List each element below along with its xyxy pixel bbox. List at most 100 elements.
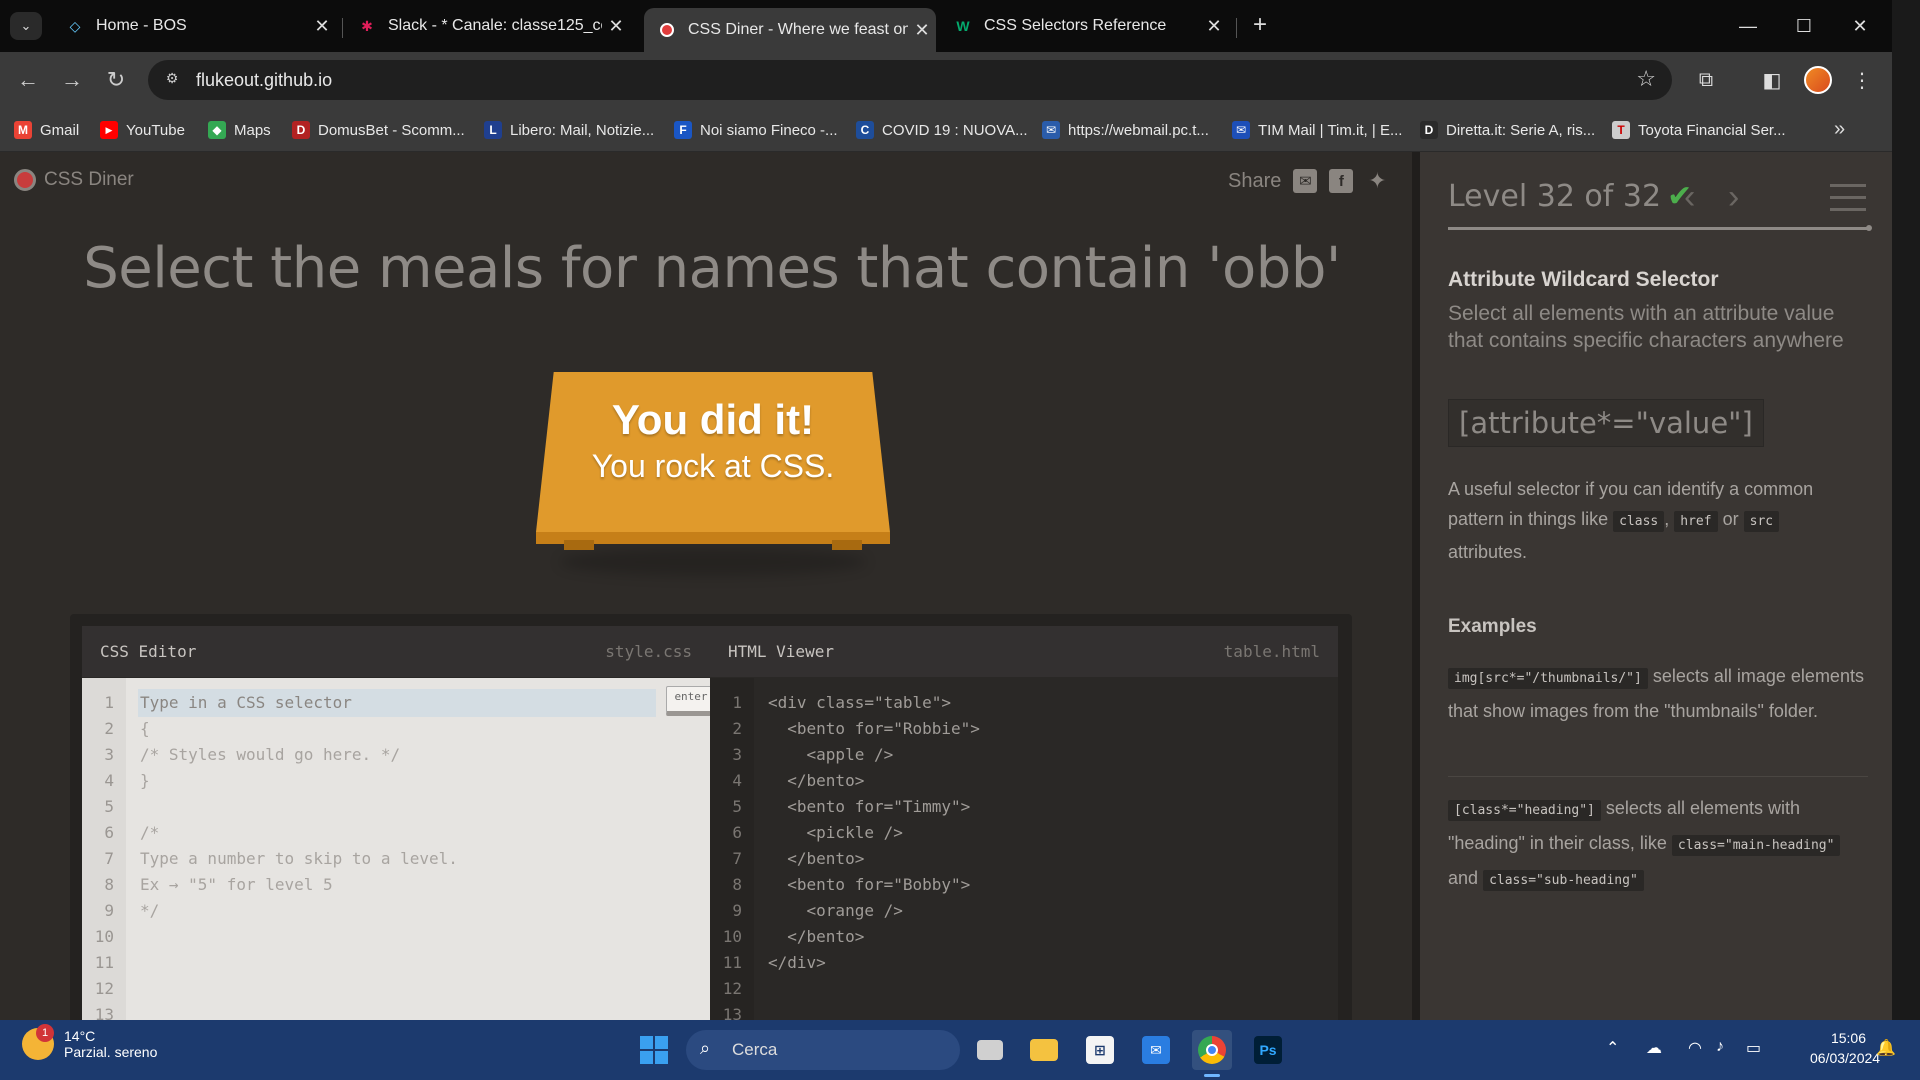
line-number: 6 xyxy=(732,823,742,842)
back-button[interactable]: ← xyxy=(12,64,44,96)
close-icon[interactable]: ✕ xyxy=(602,16,630,37)
tab-slack[interactable]: ✱ Slack - * Canale: classe125_com ✕ xyxy=(344,6,630,46)
weather-widget[interactable]: 1 14°C Parzial. sereno xyxy=(22,1024,157,1060)
extensions-icon[interactable]: ⧉ xyxy=(1690,64,1722,96)
windows-logo-tile xyxy=(655,1036,668,1049)
line-number: 2 xyxy=(104,719,114,738)
examples-heading: Examples xyxy=(1448,616,1537,637)
fineco-icon: F xyxy=(674,121,692,139)
system-clock[interactable]: 15:06 06/03/2024 xyxy=(1810,1028,1880,1068)
window-close-button[interactable]: ✕ xyxy=(1832,8,1888,44)
code-line: Type a number to skip to a level. xyxy=(140,849,458,868)
html-viewer-title: HTML Viewer xyxy=(728,642,834,661)
win-message-title: You did it! xyxy=(611,396,815,443)
line-number: 9 xyxy=(104,901,114,920)
notification-badge: 1 xyxy=(36,1024,54,1042)
reload-button[interactable]: ↻ xyxy=(100,64,132,96)
selector-syntax: [attribute*="value"] xyxy=(1448,399,1764,447)
line-number: 13 xyxy=(722,1005,742,1020)
onedrive-icon[interactable]: ☁ xyxy=(1646,1038,1662,1058)
level-menu-button[interactable] xyxy=(1830,184,1866,220)
css-diner-logo[interactable]: CSS Diner xyxy=(14,169,134,191)
site-info-icon[interactable]: ⚙ xyxy=(162,70,182,90)
line-number: 10 xyxy=(94,927,114,946)
photoshop-button[interactable]: Ps xyxy=(1248,1030,1288,1070)
close-icon[interactable]: ✕ xyxy=(308,16,336,37)
reload-icon: ↻ xyxy=(106,67,126,92)
html-code: <div class="table"> <bento for="Robbie">… xyxy=(768,690,980,1020)
volume-icon[interactable]: ♪ xyxy=(1716,1038,1724,1056)
wifi-icon[interactable]: ◠ xyxy=(1688,1038,1702,1058)
sidebar-divider[interactable] xyxy=(1412,152,1420,1020)
examples-divider xyxy=(1448,776,1868,777)
maximize-button[interactable]: ☐ xyxy=(1776,8,1832,44)
bookmark-toyota[interactable]: T Toyota Financial Ser... xyxy=(1612,118,1786,142)
weather-text: 14°C Parzial. sereno xyxy=(64,1028,157,1060)
tab-search-button[interactable]: ⌄ xyxy=(10,12,42,40)
microsoft-store-button[interactable]: ⊞ xyxy=(1080,1030,1120,1070)
address-bar[interactable]: ⚙ flukeout.github.io ☆ xyxy=(148,60,1672,100)
css-input-placeholder: Type in a CSS selector xyxy=(140,693,352,712)
mail-app-button[interactable]: ✉ xyxy=(1136,1030,1176,1070)
file-explorer-button[interactable] xyxy=(1024,1030,1064,1070)
css-diner-icon xyxy=(658,21,676,39)
bookmark-youtube[interactable]: ▶ YouTube xyxy=(100,118,185,142)
tab-css-selectors-reference[interactable]: W CSS Selectors Reference ✕ xyxy=(940,6,1228,46)
new-tab-button[interactable]: + xyxy=(1246,12,1274,40)
bookmark-gmail[interactable]: M Gmail xyxy=(14,118,79,142)
progress-dot xyxy=(1866,225,1872,231)
previous-level-button[interactable]: ‹ xyxy=(1684,178,1695,217)
email-icon[interactable]: ✉ xyxy=(1293,169,1318,193)
line-number: 5 xyxy=(104,797,114,816)
notification-bell-icon[interactable]: 🔔 xyxy=(1876,1038,1896,1058)
bookmark-domusbet[interactable]: D DomusBet - Scomm... xyxy=(292,118,465,142)
next-level-button[interactable]: › xyxy=(1728,178,1739,217)
tab-separator xyxy=(342,18,343,38)
url-text: flukeout.github.io xyxy=(196,70,333,90)
bookmark-fineco[interactable]: F Noi siamo Fineco -... xyxy=(674,118,838,142)
close-icon[interactable]: ✕ xyxy=(908,20,936,41)
battery-icon[interactable]: ▭ xyxy=(1746,1038,1761,1058)
twitter-icon[interactable]: ✦ xyxy=(1365,168,1389,193)
side-panel-icon[interactable]: ◧ xyxy=(1756,64,1788,96)
tab-css-diner[interactable]: CSS Diner - Where we feast on CSS ✕ xyxy=(644,8,936,52)
bookmark-webmail[interactable]: ✉ https://webmail.pc.t... xyxy=(1042,118,1209,142)
bookmark-libero[interactable]: L Libero: Mail, Notizie... xyxy=(484,118,654,142)
code-line: { xyxy=(140,719,150,738)
enter-button[interactable]: enter xyxy=(666,686,716,716)
windows-logo-icon xyxy=(640,1036,653,1049)
code-line: </bento> xyxy=(768,927,865,946)
close-icon[interactable]: ✕ xyxy=(1200,16,1228,37)
profile-avatar[interactable] xyxy=(1804,66,1832,94)
bookmark-covid[interactable]: C COVID 19 : NUOVA... xyxy=(856,118,1028,142)
line-number: 13 xyxy=(94,1005,114,1020)
line-number: 12 xyxy=(94,979,114,998)
bookmark-star-icon[interactable]: ☆ xyxy=(1636,66,1656,92)
windows-taskbar: 1 14°C Parzial. sereno ⌕ Cerca ⊞ ✉ Ps ⌃ … xyxy=(0,1020,1920,1080)
code-line: </div> xyxy=(768,953,826,972)
tab-home-bos[interactable]: ◇ Home - BOS ✕ xyxy=(52,6,336,46)
minimize-button[interactable]: — xyxy=(1720,8,1776,44)
bookmark-diretta[interactable]: D Diretta.it: Serie A, ris... xyxy=(1420,118,1595,142)
hamburger-line xyxy=(1830,196,1866,199)
task-view-button[interactable] xyxy=(970,1030,1010,1070)
css-editor-title: CSS Editor xyxy=(100,642,197,661)
chevron-up-icon[interactable]: ⌃ xyxy=(1606,1038,1619,1058)
start-button[interactable] xyxy=(640,1036,668,1064)
chrome-button[interactable] xyxy=(1192,1030,1232,1070)
menu-kebab-icon[interactable]: ⋮ xyxy=(1846,64,1878,96)
taskbar-search[interactable]: ⌕ Cerca xyxy=(686,1030,960,1070)
line-number: 1 xyxy=(104,693,114,712)
line-number: 3 xyxy=(104,745,114,764)
line-number: 11 xyxy=(722,953,742,972)
example-2: [class*="heading"] selects all elements … xyxy=(1448,792,1868,897)
bookmark-maps[interactable]: ◆ Maps xyxy=(208,118,271,142)
css-editor-filename: style.css xyxy=(605,642,692,661)
bookmark-tim-mail[interactable]: ✉ TIM Mail | Tim.it, | E... xyxy=(1232,118,1402,142)
bookmarks-overflow-icon[interactable]: » xyxy=(1834,118,1845,141)
forward-button[interactable]: → xyxy=(56,64,88,96)
facebook-icon[interactable]: f xyxy=(1329,169,1354,193)
